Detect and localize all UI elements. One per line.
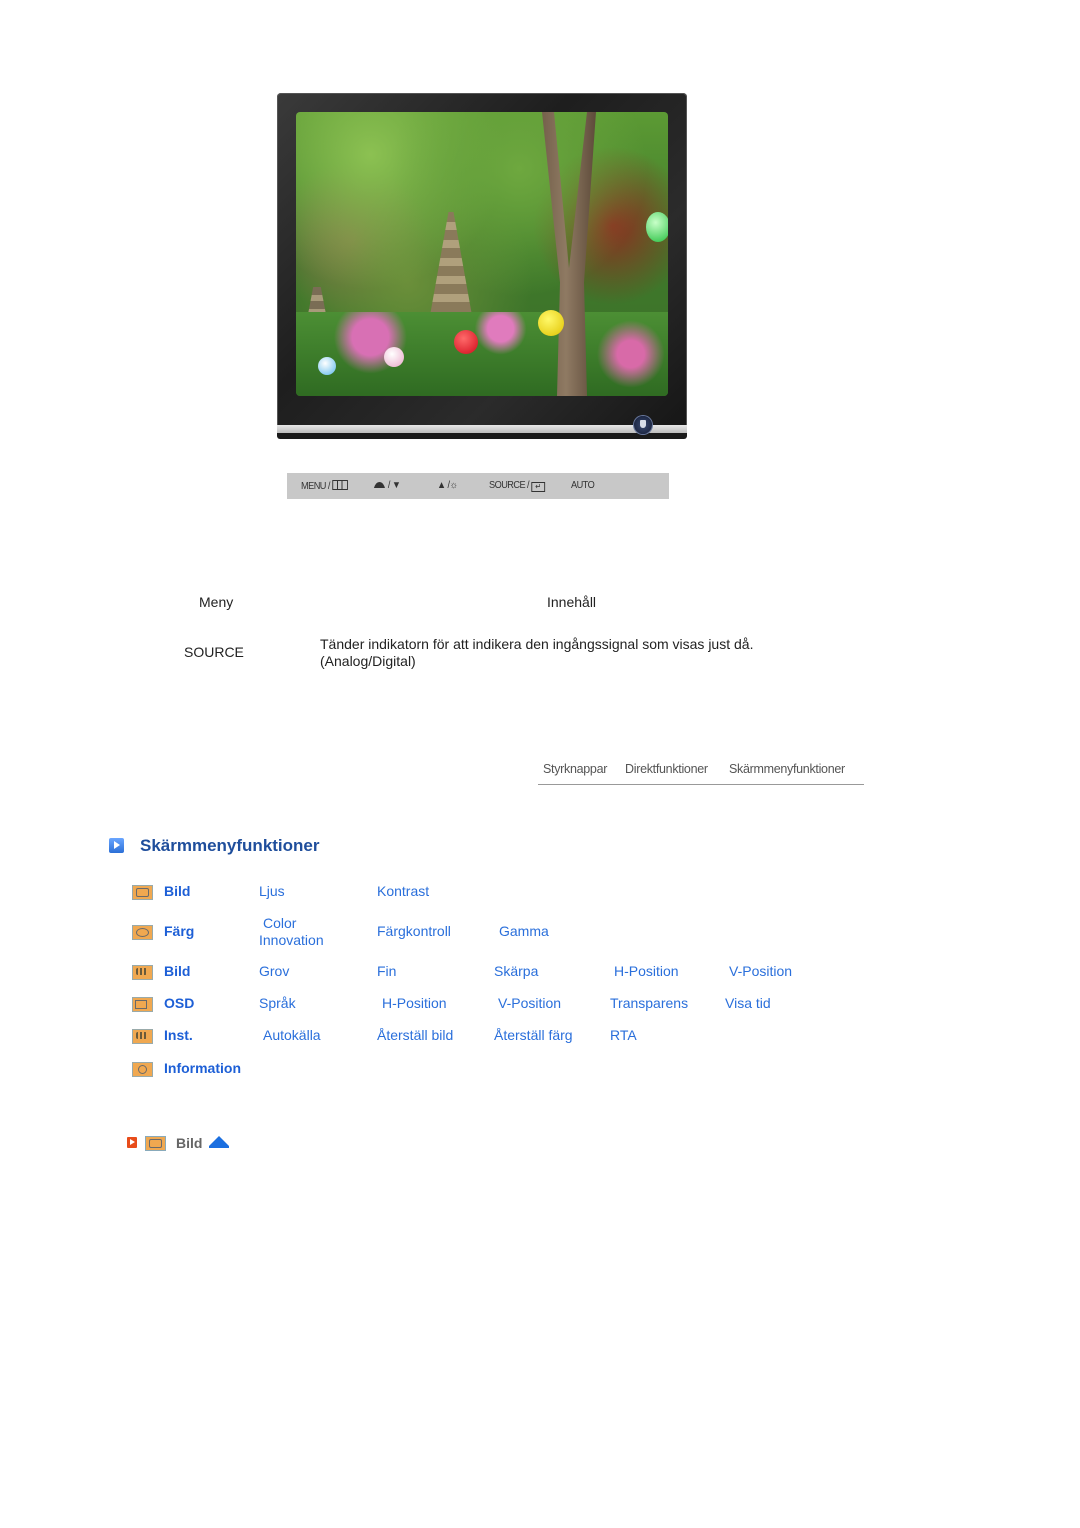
menu-item-ljus[interactable]: Ljus bbox=[259, 883, 285, 899]
menu-button[interactable]: MENU / bbox=[301, 480, 348, 492]
footer-bild-link[interactable]: Bild bbox=[176, 1135, 202, 1151]
table-header-menu: Meny bbox=[199, 594, 234, 610]
menu-item-autokalla[interactable]: Autokälla bbox=[263, 1027, 321, 1043]
menu-item-aterstall-farg[interactable]: Återställ färg bbox=[494, 1027, 573, 1043]
content-line-1: Tänder indikatorn för att indikera den i… bbox=[320, 636, 754, 652]
menu-item-color-innovation[interactable]: Color Innovation bbox=[259, 915, 324, 949]
information-icon bbox=[132, 1062, 153, 1077]
menu-row-inst: Inst. Autokälla Återställ bild Återställ… bbox=[0, 1027, 1080, 1049]
menu-item-fin[interactable]: Fin bbox=[377, 963, 396, 979]
menu-item-kontrast[interactable]: Kontrast bbox=[377, 883, 429, 899]
brightness-down-label: / ▼ bbox=[387, 480, 401, 491]
yellow-lantern bbox=[538, 310, 564, 336]
menu-link-information[interactable]: Information bbox=[164, 1060, 241, 1076]
menu-row-bild-adjust: Bild Grov Fin Skärpa H-Position V-Positi… bbox=[0, 963, 1080, 985]
power-icon bbox=[634, 416, 652, 434]
table-cell-menu: SOURCE bbox=[184, 644, 244, 660]
menu-item-grov[interactable]: Grov bbox=[259, 963, 289, 979]
source-button-label: SOURCE / bbox=[489, 480, 530, 491]
menu-item-sprak[interactable]: Språk bbox=[259, 995, 296, 1011]
table-cell-content: Tänder indikatorn för att indikera den i… bbox=[320, 636, 820, 670]
play-arrow-icon bbox=[127, 1137, 137, 1148]
menu-item-osd-h-position[interactable]: H-Position bbox=[382, 995, 447, 1011]
menu-row-farg: Färg Color Innovation Färgkontroll Gamma bbox=[0, 915, 1080, 948]
color-innovation-line2: Innovation bbox=[259, 932, 324, 948]
menu-button-label: MENU / bbox=[301, 481, 330, 492]
section-nav: Styrknappar Direktfunktioner Skärmmenyfu… bbox=[538, 762, 864, 785]
monitor-illustration bbox=[277, 93, 687, 441]
menu-row-bild: Bild Ljus Kontrast bbox=[0, 883, 1080, 905]
menu-link-osd[interactable]: OSD bbox=[164, 995, 194, 1011]
up-arrow-icon[interactable] bbox=[209, 1136, 229, 1148]
content-line-2: (Analog/Digital) bbox=[320, 653, 416, 669]
picture-icon bbox=[145, 1136, 166, 1151]
monitor-base-strip bbox=[277, 425, 687, 433]
menu-item-rta[interactable]: RTA bbox=[610, 1027, 637, 1043]
auto-button-label: AUTO bbox=[571, 480, 595, 491]
red-lantern bbox=[454, 330, 478, 354]
nav-tab-skarmmenyfunktioner[interactable]: Skärmmenyfunktioner bbox=[729, 762, 845, 776]
menu-item-gamma[interactable]: Gamma bbox=[499, 923, 549, 939]
menu-grid-icon bbox=[331, 480, 348, 490]
menu-link-bild[interactable]: Bild bbox=[164, 883, 190, 899]
nav-tab-styrknappar[interactable]: Styrknappar bbox=[543, 762, 607, 776]
flower-bushes bbox=[296, 312, 668, 396]
section-title: Skärmmenyfunktioner bbox=[140, 836, 320, 855]
osd-icon bbox=[132, 997, 153, 1012]
menu-row-osd: OSD Språk H-Position V-Position Transpar… bbox=[0, 995, 1080, 1017]
brightness-down-button[interactable]: / ▼ bbox=[373, 480, 401, 491]
menu-link-farg[interactable]: Färg bbox=[164, 923, 194, 939]
brightness-up-label: ▲ /☼ bbox=[437, 480, 458, 491]
menu-item-h-position[interactable]: H-Position bbox=[614, 963, 679, 979]
green-lantern bbox=[646, 212, 668, 242]
play-arrow-icon bbox=[109, 838, 124, 853]
menu-row-information: Information bbox=[0, 1060, 1080, 1082]
menu-item-v-position[interactable]: V-Position bbox=[729, 963, 792, 979]
table-header-content: Innehåll bbox=[547, 594, 597, 610]
brightness-up-button[interactable]: ▲ /☼ bbox=[437, 480, 458, 491]
menu-link-inst[interactable]: Inst. bbox=[164, 1027, 193, 1043]
menu-item-fargkontroll[interactable]: Färgkontroll bbox=[377, 923, 451, 939]
image-adjust-icon bbox=[132, 965, 153, 980]
pink-lantern bbox=[384, 347, 404, 367]
monitor-screen-image bbox=[296, 112, 668, 396]
picture-icon bbox=[132, 885, 153, 900]
setup-icon bbox=[132, 1029, 153, 1044]
menu-item-skarpa[interactable]: Skärpa bbox=[494, 963, 538, 979]
menu-item-transparens[interactable]: Transparens bbox=[610, 995, 688, 1011]
menu-item-aterstall-bild[interactable]: Återställ bild bbox=[377, 1027, 453, 1043]
color-icon bbox=[132, 925, 153, 940]
enter-icon: ↵ bbox=[531, 482, 545, 492]
monitor-base-bottom bbox=[277, 433, 687, 439]
menu-item-osd-v-position[interactable]: V-Position bbox=[498, 995, 561, 1011]
color-innovation-line1: Color bbox=[263, 915, 297, 931]
source-button[interactable]: SOURCE / ↵ bbox=[489, 480, 545, 492]
nav-tab-direktfunktioner[interactable]: Direktfunktioner bbox=[625, 762, 708, 776]
menu-link-bild-2[interactable]: Bild bbox=[164, 963, 190, 979]
blue-lantern bbox=[318, 357, 336, 375]
brightness-down-icon bbox=[373, 482, 385, 488]
auto-button[interactable]: AUTO bbox=[571, 480, 595, 491]
control-buttons-strip: MENU / / ▼ ▲ /☼ SOURCE / ↵ AUTO bbox=[287, 473, 669, 499]
menu-item-visa-tid[interactable]: Visa tid bbox=[725, 995, 771, 1011]
